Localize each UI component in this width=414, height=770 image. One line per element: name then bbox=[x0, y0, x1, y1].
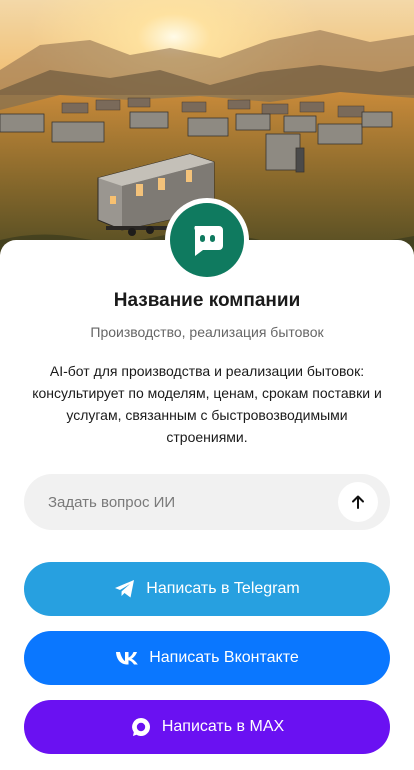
vk-button[interactable]: Написать Вконтакте bbox=[24, 631, 390, 685]
max-icon bbox=[130, 716, 152, 738]
arrow-up-icon bbox=[352, 495, 364, 509]
ask-ai-field[interactable] bbox=[24, 474, 390, 530]
company-category: Производство, реализация бытовок bbox=[90, 324, 324, 340]
telegram-button-label: Написать в Telegram bbox=[146, 580, 300, 597]
ask-ai-input[interactable] bbox=[48, 474, 348, 530]
company-avatar bbox=[165, 198, 249, 282]
telegram-button[interactable]: Написать в Telegram bbox=[24, 562, 390, 616]
company-name: Название компании bbox=[113, 290, 301, 311]
vk-icon bbox=[115, 651, 139, 665]
vk-button-label: Написать Вконтакте bbox=[149, 649, 299, 666]
bot-icon bbox=[194, 226, 223, 256]
max-button[interactable]: Написать в MAX bbox=[24, 700, 390, 754]
send-button[interactable] bbox=[338, 482, 378, 522]
telegram-icon bbox=[114, 579, 136, 599]
company-description: AI-бот для производства и реализации быт… bbox=[32, 363, 382, 445]
bot-avatar bbox=[170, 203, 244, 277]
max-button-label: Написать в MAX bbox=[161, 718, 285, 735]
